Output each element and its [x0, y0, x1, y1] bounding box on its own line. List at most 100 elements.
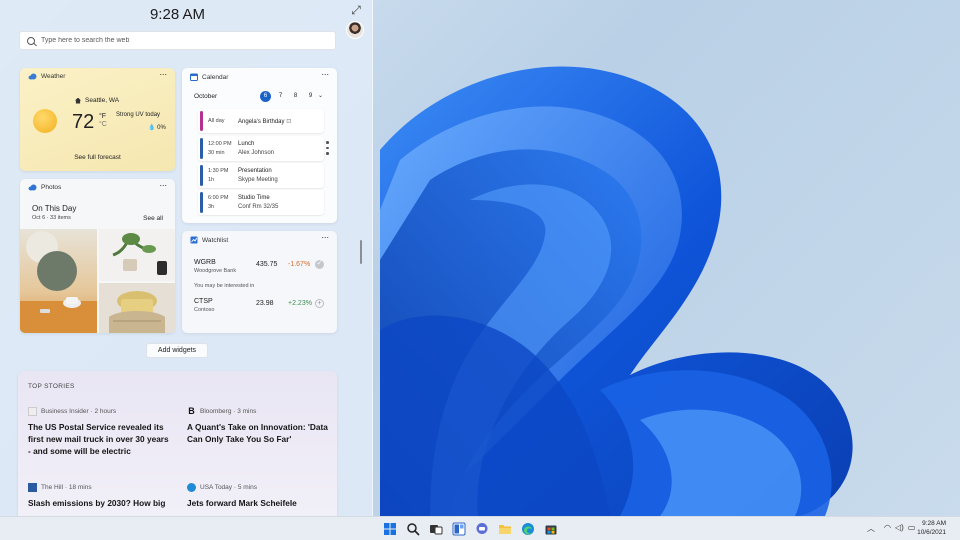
system-tray[interactable]: ◠ ◁) ▭ [884, 523, 915, 532]
event-duration: 30 min [208, 150, 225, 156]
gift-icon: ⊡ [286, 119, 292, 125]
event-name: Angela's Birthday ⊡ [238, 118, 291, 125]
news-source-name: Business Insider [41, 407, 89, 415]
weather-condition: Strong UV today [116, 112, 161, 118]
event-color-bar [200, 192, 203, 213]
web-search-box[interactable] [19, 31, 336, 50]
event-color-bar [200, 111, 203, 131]
stock-ticker: WGRB [194, 259, 216, 266]
chevron-down-icon[interactable]: ⌄ [318, 92, 323, 99]
bloomberg-logo-icon: B [188, 406, 195, 416]
start-icon[interactable] [383, 522, 397, 536]
news-source-name: USA Today [200, 483, 233, 491]
tray-overflow-chevron-icon[interactable]: ︿ [867, 523, 875, 534]
watchlist-suggestion-label: You may be interested in [194, 283, 255, 289]
news-headline[interactable]: Jets forward Mark Scheifele [187, 497, 332, 509]
news-story[interactable]: B Bloomberg · 3 mins A Quant's Take on I… [187, 406, 332, 445]
widgets-icon[interactable] [452, 522, 466, 536]
event-name: Lunch [238, 141, 255, 147]
store-icon[interactable] [544, 522, 558, 536]
event-detail: Alex Johnson [238, 150, 275, 156]
news-story[interactable]: USA Today · 5 mins Jets forward Mark Sch… [187, 482, 332, 509]
watchlist-more-button[interactable]: ··· [318, 233, 332, 244]
photos-more-button[interactable]: ··· [156, 181, 170, 192]
top-stories-widget: TOP STORIES Business Insider · 2 hours T… [18, 371, 337, 516]
taskbar-clock[interactable]: 9:28 AM 10/6/2021 [917, 520, 946, 537]
stock-company: Contoso [194, 307, 215, 313]
news-age: 18 mins [68, 483, 92, 491]
widgets-panel: 9:28 AM ⤢ Weather ··· Seattle, WA 72 °F … [0, 0, 373, 516]
calendar-event[interactable]: All day Angela's Birthday ⊡ [198, 109, 324, 133]
calendar-widget[interactable]: Calendar ··· October 6 7 8 9 ⌄ All day A… [182, 68, 337, 223]
calendar-header: Calendar [190, 73, 228, 81]
photos-widget[interactable]: Photos ··· On This Day Oct 6 · 33 items … [20, 179, 175, 333]
unit-fahrenheit[interactable]: °F [99, 113, 107, 121]
taskbar-time: 9:28 AM [922, 520, 946, 527]
photos-title: Photos [41, 184, 62, 191]
temperature-units[interactable]: °F °C [99, 113, 107, 129]
unit-celsius[interactable]: °C [99, 121, 107, 129]
photo-thumbnail-3[interactable] [99, 283, 175, 333]
calendar-day[interactable]: 9 [305, 91, 316, 102]
taskbar: ︿ ◠ ◁) ▭ 9:28 AM 10/6/2021 [0, 516, 960, 540]
full-forecast-link[interactable]: See full forecast [20, 154, 175, 161]
news-source: B Bloomberg · 3 mins [188, 406, 257, 416]
calendar-day[interactable]: 6 [260, 91, 271, 102]
event-time: All day [208, 118, 225, 124]
news-headline[interactable]: The US Postal Service revealed its first… [28, 421, 173, 457]
calendar-day[interactable]: 8 [290, 91, 301, 102]
news-story[interactable]: Business Insider · 2 hours The US Postal… [28, 406, 173, 457]
photos-see-all-link[interactable]: See all [143, 215, 163, 222]
event-detail: Conf Rm 32/35 [238, 204, 279, 210]
calendar-scroll-dots[interactable] [326, 141, 329, 158]
file-explorer-icon[interactable] [498, 522, 512, 536]
photo-thumbnail-1[interactable] [20, 229, 97, 333]
watchlist-title: Watchlist [202, 236, 229, 244]
watchlist-widget[interactable]: Watchlist ··· WGRB Woodgrove Bank 435.75… [182, 231, 337, 333]
calendar-icon [190, 73, 198, 81]
volume-icon[interactable]: ◁) [895, 523, 904, 532]
photos-date: Oct 6 [32, 215, 46, 221]
news-story[interactable]: The Hill · 18 mins Slash emissions by 20… [28, 482, 173, 509]
calendar-more-button[interactable]: ··· [318, 70, 332, 81]
calendar-event[interactable]: 12:00 PM 30 min Lunch Alex Johnson [198, 136, 324, 161]
the-hill-logo-icon [28, 482, 37, 492]
expand-icon[interactable]: ⤢ [348, 3, 364, 18]
chat-icon[interactable] [475, 522, 489, 536]
news-headline[interactable]: A Quant's Take on Innovation: 'Data Can … [187, 421, 332, 445]
news-source: Business Insider · 2 hours [28, 406, 173, 416]
calendar-day[interactable]: 7 [275, 91, 286, 102]
user-avatar[interactable] [346, 21, 364, 39]
top-stories-heading: TOP STORIES [28, 383, 75, 390]
wifi-icon[interactable]: ◠ [884, 523, 891, 532]
web-search-input[interactable] [41, 37, 321, 44]
calendar-event[interactable]: 6:00 PM 3h Studio Time Conf Rm 32/35 [198, 190, 324, 215]
event-name-text: Angela's Birthday [238, 119, 285, 125]
photos-count: 33 items [50, 215, 71, 221]
battery-icon[interactable]: ▭ [908, 523, 916, 532]
edge-icon[interactable] [521, 522, 535, 536]
weather-temperature: 72 [72, 111, 95, 133]
news-headline[interactable]: Slash emissions by 2030? How big [28, 497, 173, 509]
weather-widget[interactable]: Weather ··· Seattle, WA 72 °F °C Strong … [20, 68, 175, 171]
event-name: Studio Time [238, 195, 270, 201]
add-icon[interactable]: + [315, 299, 324, 308]
business-insider-logo-icon [28, 406, 37, 416]
stock-price: 23.98 [256, 300, 274, 307]
weather-header: Weather [28, 73, 65, 80]
photo-thumbnail-2[interactable] [99, 229, 175, 281]
add-widgets-button[interactable]: Add widgets [146, 343, 208, 358]
panel-scrollbar[interactable] [360, 240, 362, 264]
event-detail: Skype Meeting [238, 177, 278, 183]
panel-clock: 9:28 AM [149, 6, 206, 23]
sunny-icon [33, 109, 57, 133]
event-duration: 1h [208, 177, 215, 183]
task-view-icon[interactable] [429, 522, 443, 536]
search-icon[interactable] [406, 522, 420, 536]
calendar-event[interactable]: 1:30 PM 1h Presentation Skype Meeting [198, 163, 324, 188]
weather-location: Seattle, WA [75, 97, 119, 104]
stock-price: 435.75 [256, 261, 278, 268]
stock-change: -1.67% [288, 261, 311, 268]
checkmark-icon[interactable]: ✓ [315, 260, 324, 269]
weather-more-button[interactable]: ··· [156, 70, 170, 81]
